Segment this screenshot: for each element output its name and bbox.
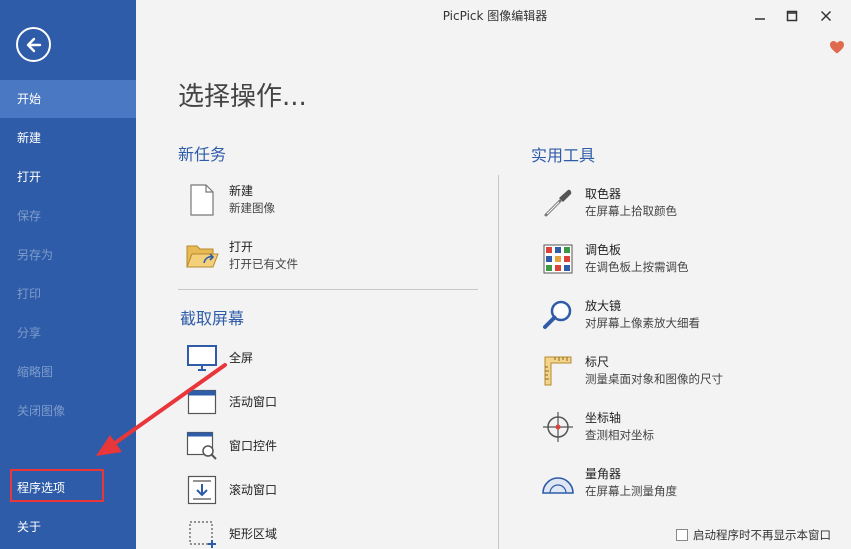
utilities-heading: 实用工具 [531, 146, 596, 165]
tool-color-picker[interactable]: 取色器 在屏幕上拾取颜色 [541, 186, 677, 220]
minimize-button[interactable] [749, 6, 771, 26]
tool-protractor[interactable]: 量角器 在屏幕上测量角度 [541, 466, 677, 500]
tool-protractor-name: 量角器 [585, 467, 622, 481]
tool-fullscreen[interactable]: 全屏 [185, 341, 253, 375]
tool-scroll-window-name: 滚动窗口 [229, 482, 278, 497]
tool-palette-desc: 在调色板上按需调色 [585, 260, 689, 274]
document-icon [185, 183, 219, 217]
sidebar-item-save: 保存 [17, 209, 42, 223]
page-heading: 选择操作... [178, 82, 307, 112]
window-title: PicPick 图像编辑器 [442, 9, 548, 23]
protractor-icon [541, 466, 575, 500]
tool-new[interactable]: 新建 新建图像 [185, 183, 275, 217]
column-divider [498, 175, 499, 549]
section-divider [178, 289, 478, 290]
tool-rect-region[interactable]: 矩形区域 [185, 517, 277, 549]
tool-new-desc: 新建图像 [229, 201, 275, 215]
ruler-icon [541, 354, 575, 388]
open-folder-icon [185, 239, 219, 273]
tool-active-window[interactable]: 活动窗口 [185, 385, 277, 419]
startup-checkbox-box[interactable] [676, 529, 688, 541]
monitor-icon [185, 341, 219, 375]
arrow-left-icon [26, 37, 41, 52]
tool-ruler-name: 标尺 [585, 355, 610, 369]
rect-region-icon [185, 517, 219, 549]
sidebar-item-save-as: 另存为 [17, 248, 54, 262]
tool-magnifier[interactable]: 放大镜 对屏幕上像素放大细看 [541, 298, 700, 332]
sidebar-item-thumbnails: 缩略图 [17, 365, 54, 379]
heart-icon[interactable] [829, 39, 845, 55]
tool-open-desc: 打开已有文件 [229, 257, 298, 271]
tool-scroll-window[interactable]: 滚动窗口 [185, 473, 277, 507]
startup-checkbox[interactable]: 启动程序时不再显示本窗口 [676, 527, 831, 543]
tool-rect-region-name: 矩形区域 [229, 526, 278, 541]
tool-active-window-name: 活动窗口 [229, 394, 278, 409]
minimize-icon [755, 18, 765, 20]
options-highlight-box [10, 469, 104, 502]
maximize-icon [786, 10, 798, 22]
tool-window-control-name: 窗口控件 [229, 438, 278, 453]
eyedropper-icon [541, 186, 575, 220]
tool-magnifier-desc: 对屏幕上像素放大细看 [585, 316, 700, 330]
tool-color-picker-name: 取色器 [585, 187, 622, 201]
close-icon [820, 10, 832, 22]
tool-new-name: 新建 [229, 184, 254, 198]
tool-palette[interactable]: 调色板 在调色板上按需调色 [541, 242, 689, 276]
sidebar-item-close-image: 关闭图像 [17, 404, 66, 418]
window-control-icon [185, 429, 219, 463]
sidebar-item-about[interactable]: 关于 [0, 508, 136, 546]
capture-heading: 截取屏幕 [180, 309, 245, 328]
scroll-window-icon [185, 473, 219, 507]
sidebar: 开始 新建 打开 保存 另存为 打印 分享 缩略图 关闭图像 程序选项 关于 [0, 0, 136, 549]
tool-open[interactable]: 打开 打开已有文件 [185, 239, 298, 273]
tool-color-picker-desc: 在屏幕上拾取颜色 [585, 204, 677, 218]
tool-window-control[interactable]: 窗口控件 [185, 429, 277, 463]
back-button[interactable] [16, 27, 51, 62]
tool-open-name: 打开 [229, 240, 254, 254]
palette-icon [541, 242, 575, 276]
new-task-heading: 新任务 [178, 145, 227, 164]
tool-palette-name: 调色板 [585, 243, 622, 257]
maximize-button[interactable] [781, 6, 803, 26]
sidebar-item-print: 打印 [17, 287, 42, 301]
crosshair-icon [541, 410, 575, 444]
tool-ruler[interactable]: 标尺 测量桌面对象和图像的尺寸 [541, 354, 723, 388]
tool-fullscreen-name: 全屏 [229, 350, 254, 365]
tool-magnifier-name: 放大镜 [585, 299, 622, 313]
close-button[interactable] [815, 6, 837, 26]
startup-checkbox-label: 启动程序时不再显示本窗口 [693, 528, 831, 542]
sidebar-item-start[interactable]: 开始 [0, 80, 136, 118]
tool-ruler-desc: 测量桌面对象和图像的尺寸 [585, 372, 723, 386]
tool-crosshair-name: 坐标轴 [585, 411, 622, 425]
magnifier-icon [541, 298, 575, 332]
tool-crosshair[interactable]: 坐标轴 查测相对坐标 [541, 410, 654, 444]
tool-crosshair-desc: 查测相对坐标 [585, 428, 654, 442]
sidebar-item-open[interactable]: 打开 [0, 158, 136, 196]
sidebar-item-new[interactable]: 新建 [0, 119, 136, 157]
tool-protractor-desc: 在屏幕上测量角度 [585, 484, 677, 498]
window-icon [185, 385, 219, 419]
sidebar-item-share: 分享 [17, 326, 42, 340]
